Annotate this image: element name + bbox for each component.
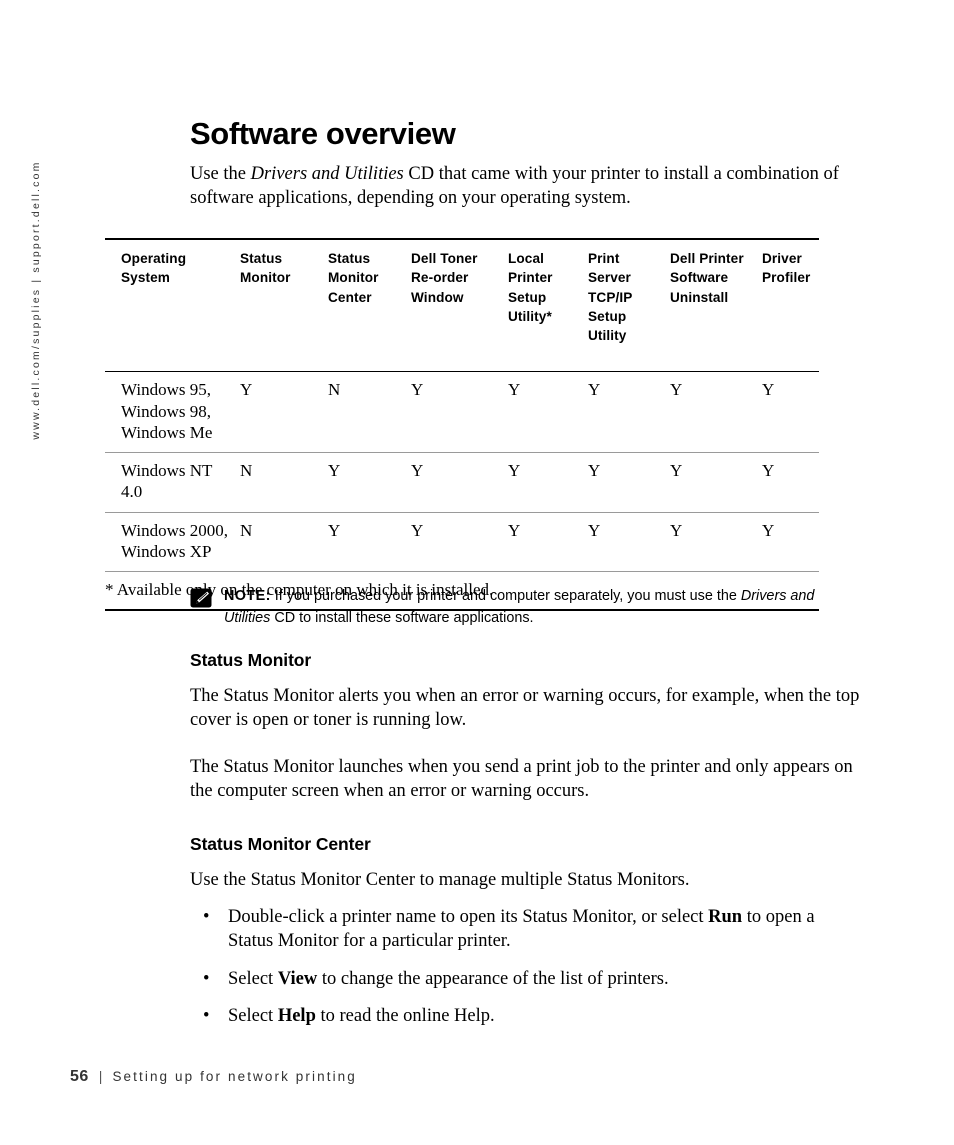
cell-os: Windows 95, Windows 98, Windows Me: [121, 380, 213, 442]
cell-driver-profiler: Y: [762, 461, 775, 481]
list-item-text-before: Select: [228, 1006, 278, 1027]
bullet-marker-icon: •: [203, 1006, 210, 1027]
cell-status-monitor: N: [240, 461, 253, 481]
list-item: • Select Help to read the online Help.: [190, 1005, 862, 1029]
cell-status-monitor: N: [240, 520, 253, 540]
table-row: Windows NT 4.0 N Y Y Y Y Y Y: [105, 452, 819, 513]
intro-italic-title: Drivers and Utilities: [250, 164, 404, 184]
note-label: NOTE:: [224, 588, 271, 604]
list-item-bold-help: Help: [277, 1006, 316, 1027]
software-compatibility-table: Operating System Status Monitor Status M…: [105, 238, 819, 609]
cell-print-server-tcpip-setup-utility: Y: [588, 520, 601, 540]
cell-os: Windows NT 4.0: [121, 461, 213, 502]
cell-print-server-tcpip-setup-utility: Y: [588, 461, 601, 481]
list-item-text-after: to change the appearance of the list of …: [317, 968, 669, 989]
side-rail: www.dell.com/supplies | support.dell.com: [24, 120, 48, 480]
cell-status-monitor-center: N: [328, 380, 341, 400]
column-header-driver-profiler: Driver Profiler: [762, 251, 811, 286]
table-body: Windows 95, Windows 98, Windows Me Y N Y…: [105, 372, 819, 610]
cell-dell-printer-software-uninstall: Y: [670, 380, 683, 400]
column-header-local-printer-setup-utility: Local Printer Setup Utility*: [508, 251, 553, 324]
bullet-marker-icon: •: [203, 968, 210, 989]
note-pencil-icon: [190, 588, 212, 608]
note-callout: NOTE: If you purchased your printer and …: [190, 586, 850, 629]
cell-status-monitor: Y: [240, 380, 253, 400]
column-header-dell-printer-software-uninstall: Dell Printer Software Uninstall: [670, 251, 744, 305]
cell-local-printer-setup-utility: Y: [508, 461, 521, 481]
list-item-text-before: Double-click a printer name to open its …: [228, 907, 709, 928]
page-title: Software overview: [190, 116, 456, 151]
cell-local-printer-setup-utility: Y: [508, 520, 521, 540]
note-body: NOTE: If you purchased your printer and …: [224, 586, 850, 629]
table-row: Windows 95, Windows 98, Windows Me Y N Y…: [105, 372, 819, 453]
note-text-before: If you purchased your printer and comput…: [270, 588, 741, 604]
list-item-bold-view: View: [277, 968, 318, 989]
list-item-text-before: Select: [228, 968, 278, 989]
footer-separator: |: [98, 1068, 103, 1084]
status-monitor-center-paragraph-1: Use the Status Monitor Center to manage …: [190, 869, 690, 890]
cell-status-monitor-center: Y: [328, 461, 341, 481]
side-rail-url-text: www.dell.com/supplies | support.dell.com: [30, 160, 42, 440]
footer-chapter-label: Setting up for network printing: [112, 1069, 357, 1084]
list-item-bold-run: Run: [708, 907, 743, 928]
cell-print-server-tcpip-setup-utility: Y: [588, 380, 601, 400]
page-footer: 56 | Setting up for network printing: [70, 1068, 357, 1086]
column-header-dell-toner-reorder-window: Dell Toner Re-order Window: [411, 251, 478, 305]
cell-dell-toner-reorder-window: Y: [411, 380, 424, 400]
intro-paragraph: Use the Drivers and Utilities CD that ca…: [190, 163, 858, 210]
table-header-row: Operating System Status Monitor Status M…: [105, 239, 819, 372]
lower-sections: Status Monitor The Status Monitor alerts…: [190, 650, 862, 1043]
intro-text-before: Use the: [190, 164, 251, 184]
cell-driver-profiler: Y: [762, 380, 775, 400]
cell-dell-printer-software-uninstall: Y: [670, 461, 683, 481]
list-item: • Double-click a printer name to open its…: [190, 906, 862, 953]
column-header-status-monitor: Status Monitor: [240, 251, 291, 286]
document-content: Software overview Use the Drivers and Ut…: [190, 0, 858, 210]
list-item-text-after: to read the online Help.: [315, 1006, 495, 1027]
status-monitor-paragraph-2: The Status Monitor launches when you sen…: [190, 757, 853, 802]
status-monitor-paragraph-1: The Status Monitor alerts you when an er…: [190, 686, 860, 730]
table-header: Operating System Status Monitor Status M…: [105, 239, 819, 372]
cell-driver-profiler: Y: [762, 520, 775, 540]
cell-status-monitor-center: Y: [328, 520, 341, 540]
note-text-after: CD to install these software application…: [270, 609, 534, 626]
cell-dell-printer-software-uninstall: Y: [670, 520, 683, 540]
column-header-operating-system: Operating System: [121, 251, 187, 286]
bullet-marker-icon: •: [203, 907, 210, 928]
column-header-print-server-tcpip-setup-utility: Print Server TCP/IP Setup Utility: [588, 251, 633, 344]
cell-dell-toner-reorder-window: Y: [411, 520, 424, 540]
cell-local-printer-setup-utility: Y: [508, 380, 521, 400]
software-compatibility-table-wrapper: Operating System Status Monitor Status M…: [105, 238, 819, 612]
section-heading-status-monitor-center: Status Monitor Center: [190, 833, 371, 854]
status-monitor-center-bullet-list: • Double-click a printer name to open its…: [190, 906, 862, 1029]
list-item: • Select View to change the appearance of…: [190, 968, 862, 992]
cell-os: Windows 2000, Windows XP: [121, 520, 228, 561]
column-header-status-monitor-center: Status Monitor Center: [328, 251, 379, 305]
footer-page-number: 56: [70, 1068, 89, 1085]
section-heading-status-monitor: Status Monitor: [190, 650, 312, 670]
table-row: Windows 2000, Windows XP N Y Y Y Y Y Y: [105, 512, 819, 572]
cell-dell-toner-reorder-window: Y: [411, 461, 424, 481]
